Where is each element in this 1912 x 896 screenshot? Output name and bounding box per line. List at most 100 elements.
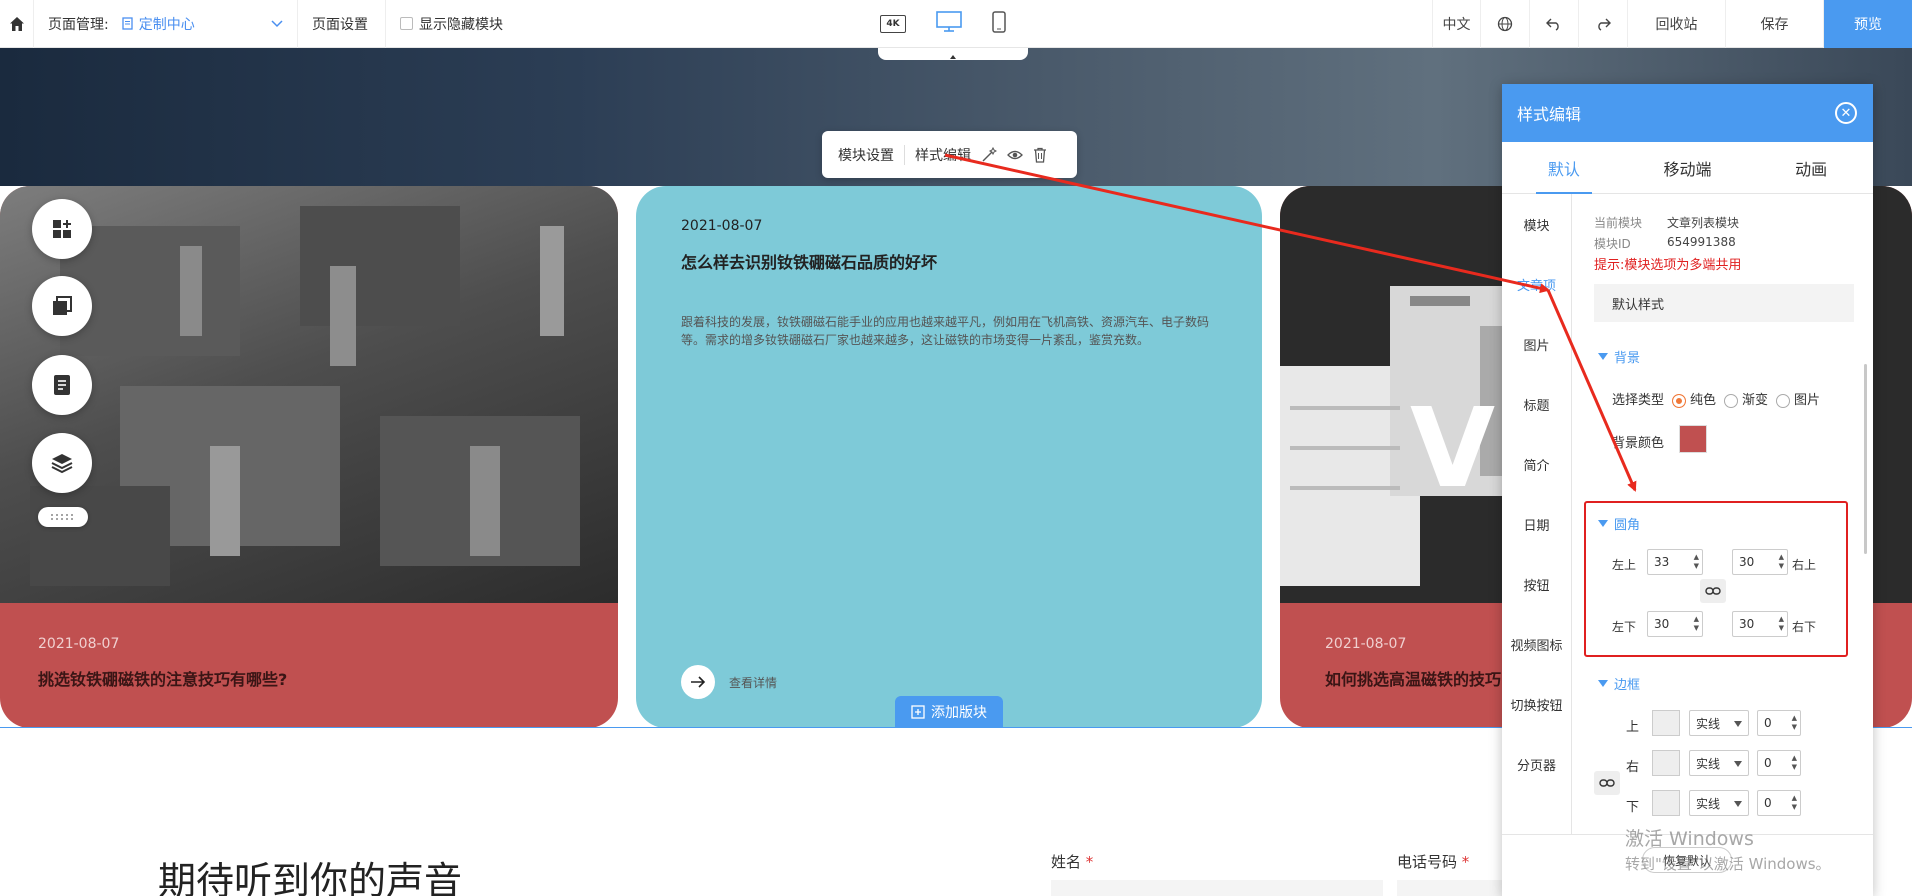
spinner-icon[interactable]: ▲ ▼ (1694, 553, 1699, 571)
radio-image-dot[interactable] (1776, 393, 1791, 408)
redo-button[interactable] (1578, 0, 1627, 48)
name-field-label: 姓名 * (1051, 851, 1093, 872)
copy-icon (53, 296, 72, 315)
read-more-link[interactable]: 查看详情 (681, 665, 777, 699)
tab-mobile[interactable]: 移动端 (1626, 142, 1750, 193)
spinner-icon[interactable]: ▲ ▼ (1694, 615, 1699, 633)
radius-section-toggle[interactable]: 圆角 (1598, 514, 1640, 533)
tab-animation[interactable]: 动画 (1749, 142, 1873, 193)
top-left-radius-input[interactable]: 33 ▲ ▼ (1647, 549, 1703, 575)
bottom-left-radius-input[interactable]: 30 ▲ ▼ (1647, 611, 1703, 637)
top-right-radius-input[interactable]: 30 ▲ ▼ (1732, 549, 1788, 575)
nav-button[interactable]: 按钮 (1502, 554, 1571, 614)
nav-video-icon[interactable]: 视频图标 (1502, 614, 1571, 674)
nav-title[interactable]: 标题 (1502, 374, 1571, 434)
border-style-select[interactable]: 实线 (1689, 710, 1749, 736)
recycle-bin-button[interactable]: 回收站 (1627, 0, 1725, 48)
border-color-swatch[interactable] (1652, 790, 1680, 816)
nav-date[interactable]: 日期 (1502, 494, 1571, 554)
nav-image[interactable]: 图片 (1502, 314, 1571, 374)
border-width-input[interactable]: 0 ▲ ▼ (1757, 790, 1801, 816)
border-style-select[interactable]: 实线 (1689, 750, 1749, 776)
undo-button[interactable] (1529, 0, 1578, 48)
globe-button[interactable] (1480, 0, 1529, 48)
link-radius-button[interactable] (1700, 579, 1726, 603)
tab-default[interactable]: 默认 (1502, 142, 1626, 194)
spinner-icon[interactable]: ▲ ▼ (1792, 714, 1797, 732)
required-mark: * (1461, 853, 1470, 871)
panel-scrollbar[interactable] (1864, 364, 1867, 554)
current-module-label: 当前模块 (1594, 216, 1643, 230)
layers-button[interactable] (32, 433, 92, 493)
bottom-right-radius-input[interactable]: 30 ▲ ▼ (1732, 611, 1788, 637)
top-left-label: 左上 (1612, 558, 1637, 572)
style-edit-button[interactable]: 样式编辑 (915, 145, 971, 165)
background-section-toggle[interactable]: 背景 (1598, 347, 1640, 366)
close-button[interactable]: ✕ (1835, 102, 1857, 124)
spinner-icon[interactable]: ▲ ▼ (1779, 615, 1784, 633)
trash-icon[interactable] (1033, 147, 1047, 163)
editor-root: 页面管理: 定制中心 页面设置 显示隐藏模块 4K 中文 回收站 保存 预览 模… (0, 0, 1912, 896)
pages-button[interactable] (32, 355, 92, 415)
name-input[interactable] (1051, 880, 1383, 896)
home-button[interactable] (0, 0, 34, 48)
border-color-swatch[interactable] (1652, 710, 1680, 736)
radio-solid-dot[interactable] (1672, 393, 1687, 408)
collapse-toolbar-tab[interactable] (878, 48, 1028, 60)
bg-color-swatch[interactable] (1679, 425, 1707, 453)
link-border-button[interactable] (1594, 771, 1620, 795)
border-style-select[interactable]: 实线 (1689, 790, 1749, 816)
nav-pager[interactable]: 分页器 (1502, 734, 1571, 794)
nav-summary[interactable]: 简介 (1502, 434, 1571, 494)
copy-button[interactable] (32, 276, 92, 336)
top-right-value: 30 (1739, 555, 1755, 569)
phone-input[interactable] (1397, 880, 1502, 896)
top-toolbar: 页面管理: 定制中心 页面设置 显示隐藏模块 4K 中文 回收站 保存 预览 (0, 0, 1912, 48)
article-card-1[interactable]: 2021-08-07 挑选钕铁硼磁铁的注意技巧有哪些? (0, 186, 618, 728)
radio-gradient-dot[interactable] (1724, 393, 1739, 408)
radio-gradient[interactable]: 渐变 (1724, 389, 1768, 408)
save-button[interactable]: 保存 (1725, 0, 1823, 48)
magic-wand-icon[interactable] (981, 146, 997, 163)
drag-handle[interactable] (38, 507, 88, 527)
spinner-icon[interactable]: ▲ ▼ (1779, 553, 1784, 571)
nav-module[interactable]: 模块 (1502, 194, 1571, 254)
show-hidden-toggle[interactable]: 显示隐藏模块 (386, 0, 517, 48)
add-block-button[interactable]: 添加版块 (895, 696, 1003, 728)
default-style-select[interactable]: 默认样式 (1594, 284, 1854, 322)
eye-icon[interactable] (1007, 147, 1023, 163)
panel-nav: 模块 文章项 图片 标题 简介 日期 按钮 视频图标 切换按钮 分页器 (1502, 194, 1572, 834)
bottom-right-value: 30 (1739, 617, 1755, 631)
module-settings-button[interactable]: 模块设置 (838, 145, 894, 165)
spinner-icon[interactable]: ▲ ▼ (1792, 754, 1797, 772)
show-hidden-checkbox[interactable] (400, 17, 413, 30)
article-title[interactable]: 如何挑选高温磁铁的技巧 (1325, 666, 1501, 690)
page-select[interactable]: 定制中心 (121, 14, 195, 34)
page-settings-button[interactable]: 页面设置 (298, 0, 386, 48)
language-button[interactable]: 中文 (1432, 0, 1480, 48)
bottom-left-value: 30 (1654, 617, 1670, 631)
page-manager[interactable]: 页面管理: 定制中心 (34, 0, 298, 48)
mobile-view-button[interactable] (992, 11, 1006, 37)
desktop-view-button[interactable] (936, 11, 962, 37)
add-module-button[interactable] (32, 199, 92, 259)
border-width-input[interactable]: 0 ▲ ▼ (1757, 750, 1801, 776)
nav-article-item[interactable]: 文章项 (1502, 254, 1571, 314)
border-width-input[interactable]: 0 ▲ ▼ (1757, 710, 1801, 736)
preview-button[interactable]: 预览 (1823, 0, 1912, 48)
radio-solid[interactable]: 纯色 (1672, 389, 1716, 408)
radio-image[interactable]: 图片 (1776, 389, 1820, 408)
border-section-label: 边框 (1614, 678, 1641, 693)
spinner-icon[interactable]: ▲ ▼ (1792, 794, 1797, 812)
arrow-right-button[interactable] (681, 665, 715, 699)
border-side-label: 下 (1626, 800, 1640, 815)
border-color-swatch[interactable] (1652, 750, 1680, 776)
view-4k-button[interactable]: 4K (880, 15, 906, 33)
article-title[interactable]: 怎么样去识别钕铁硼磁石品质的好坏 (681, 249, 937, 273)
preview-label: 预览 (1854, 17, 1882, 33)
watermark-line1: 激活 Windows (1625, 828, 1754, 850)
nav-toggle-button[interactable]: 切换按钮 (1502, 674, 1571, 734)
border-section-toggle[interactable]: 边框 (1598, 674, 1640, 693)
article-card-2[interactable]: 2021-08-07 怎么样去识别钕铁硼磁石品质的好坏 跟着科技的发展，钕铁硼磁… (636, 186, 1262, 728)
article-title[interactable]: 挑选钕铁硼磁铁的注意技巧有哪些? (38, 666, 287, 690)
